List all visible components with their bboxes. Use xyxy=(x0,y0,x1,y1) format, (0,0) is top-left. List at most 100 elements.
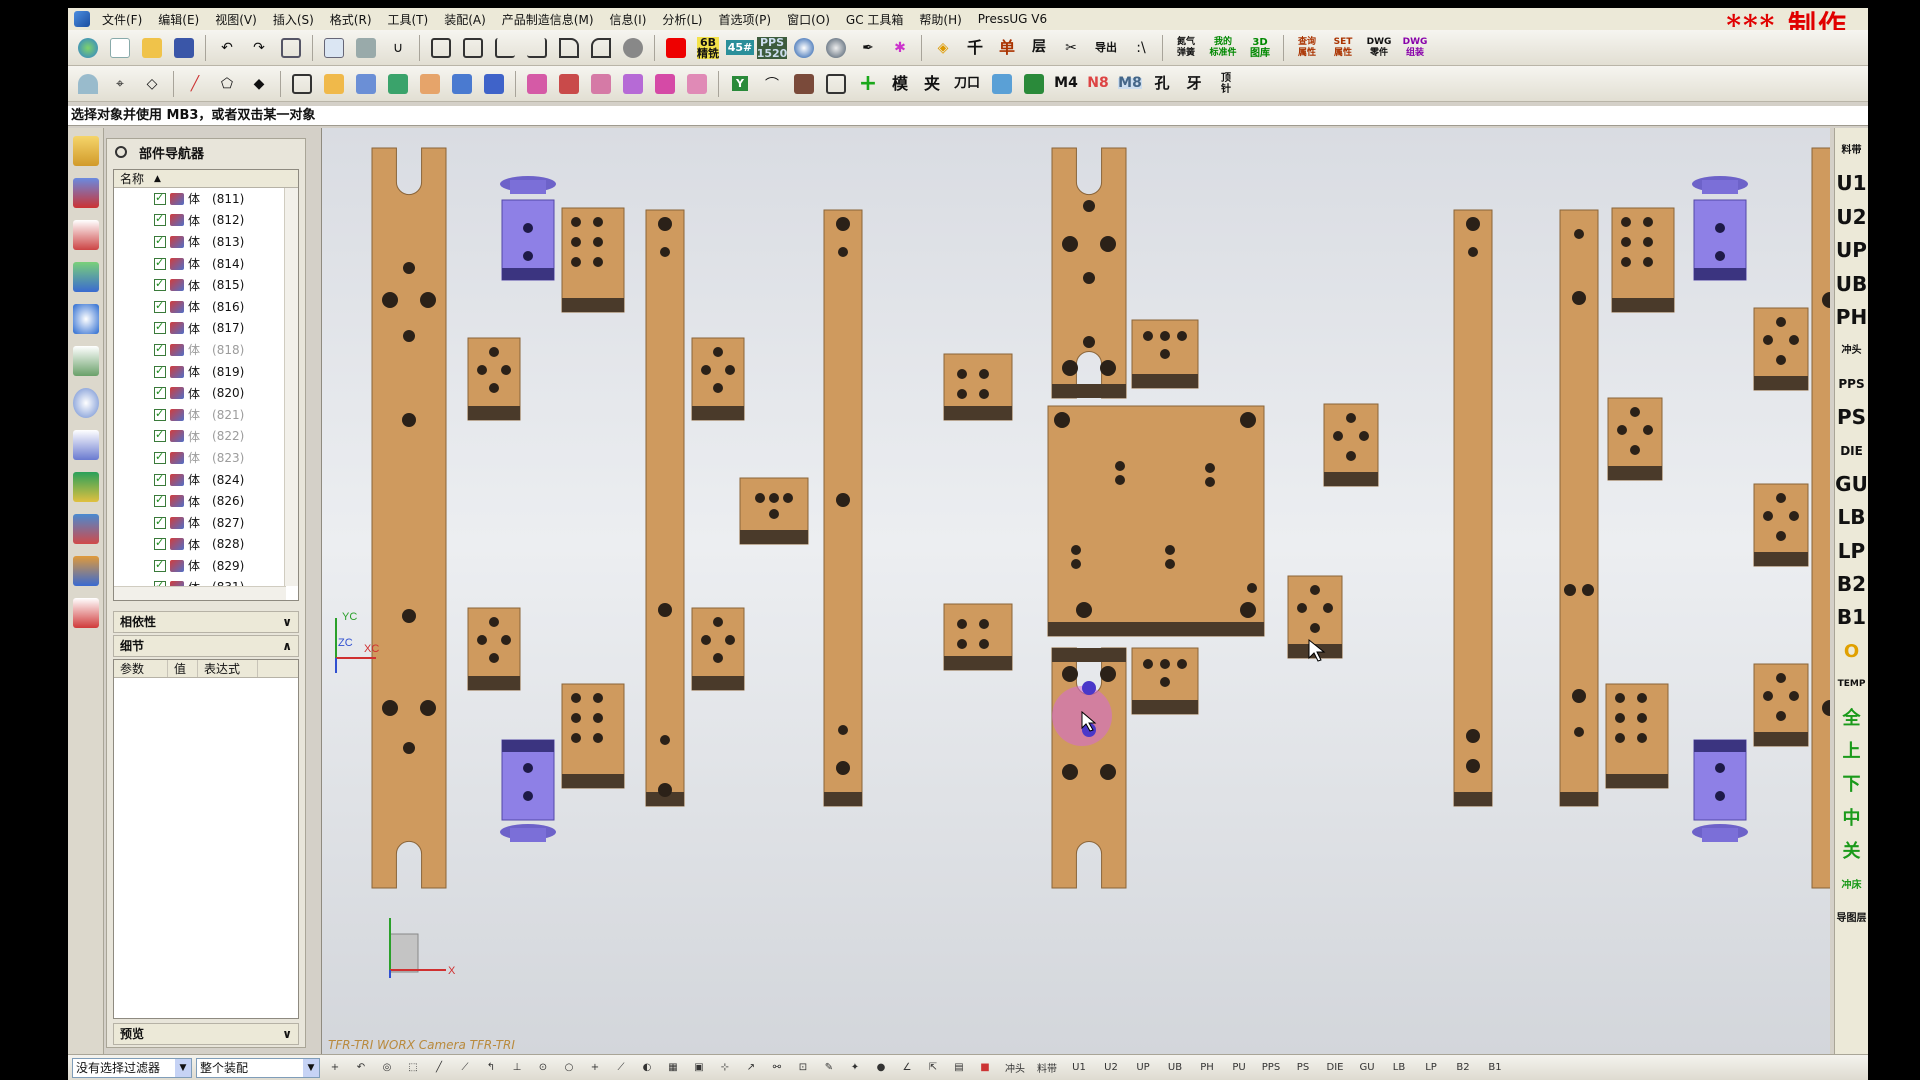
cube2-button[interactable] xyxy=(480,70,508,98)
pattern-button[interactable] xyxy=(352,70,380,98)
snap-red-button[interactable]: ■ xyxy=(974,1058,996,1078)
add-button[interactable]: + xyxy=(854,70,882,98)
undo-select-button[interactable]: ↶ xyxy=(350,1058,372,1078)
right-tool-17[interactable]: 全 xyxy=(1835,702,1869,735)
quick-layer-9[interactable]: PS xyxy=(1288,1058,1318,1078)
part-navigator-icon[interactable] xyxy=(72,220,99,250)
history-icon[interactable] xyxy=(72,346,99,376)
visibility-checkbox[interactable] xyxy=(154,450,166,464)
visibility-checkbox[interactable] xyxy=(154,515,166,529)
dwg-part-button[interactable]: DWG 零件 xyxy=(1363,34,1395,62)
line-button[interactable]: ╱ xyxy=(181,70,209,98)
visibility-checkbox[interactable] xyxy=(154,536,166,551)
orient-button[interactable] xyxy=(822,34,850,62)
right-tool-8[interactable]: PS xyxy=(1835,401,1869,434)
tree-row[interactable]: 体 (827) xyxy=(114,512,298,534)
quick-layer-5[interactable]: UB xyxy=(1160,1058,1190,1078)
magnet-button[interactable]: ⌒ xyxy=(758,70,786,98)
boolean-button[interactable] xyxy=(384,70,412,98)
right-tool-7[interactable]: PPS xyxy=(1835,368,1869,401)
menu-analysis[interactable]: 分析(L) xyxy=(654,11,710,28)
menu-file[interactable]: 文件(F) xyxy=(94,11,150,28)
start-button[interactable] xyxy=(74,34,102,62)
right-tool-2[interactable]: U2 xyxy=(1835,201,1869,234)
quick-layer-11[interactable]: GU xyxy=(1352,1058,1382,1078)
tree-row[interactable]: 体 (829) xyxy=(114,555,298,577)
preview-panel-header[interactable]: 预览 ∨ xyxy=(113,1023,299,1045)
hole-button[interactable]: 孔 xyxy=(1148,70,1176,98)
plate-part[interactable] xyxy=(1453,209,1493,807)
right-tool-14[interactable]: B1 xyxy=(1835,601,1869,634)
nitrogen-spring-part[interactable] xyxy=(500,739,556,842)
curve-button[interactable]: ∪ xyxy=(384,34,412,62)
library-3d-button[interactable]: 3D 图库 xyxy=(1244,34,1276,62)
quick-layer-10[interactable]: DIE xyxy=(1320,1058,1350,1078)
mold-button[interactable]: 模 xyxy=(886,70,914,98)
snap-axis-button[interactable]: ⊹ xyxy=(714,1058,736,1078)
pin-icon[interactable] xyxy=(115,146,127,158)
tree-row[interactable]: 体 (824) xyxy=(114,469,298,491)
block-button[interactable] xyxy=(288,70,316,98)
export-button[interactable]: 导出 xyxy=(1089,34,1123,62)
thread-button[interactable]: 牙 xyxy=(1180,70,1208,98)
nx-app-icon[interactable] xyxy=(74,11,90,27)
right-tool-12[interactable]: LP xyxy=(1835,535,1869,568)
column-header-name[interactable]: 名称 ▲ xyxy=(114,170,298,188)
visibility-checkbox[interactable] xyxy=(154,407,166,421)
view-button[interactable] xyxy=(277,34,305,62)
details-col-expression[interactable]: 表达式 xyxy=(198,660,258,677)
cad-model-view[interactable]: YC XC ZC X xyxy=(322,128,1830,1054)
menu-view[interactable]: 视图(V) xyxy=(207,11,265,28)
tree-row[interactable]: 体 (817) xyxy=(114,318,298,340)
open-button[interactable] xyxy=(138,34,166,62)
constraint-navigator-icon[interactable] xyxy=(72,178,99,208)
right-tool-0[interactable]: 料带 xyxy=(1835,134,1869,167)
snap-button[interactable]: ⌖ xyxy=(106,70,134,98)
snap-quadrant-button[interactable]: ○ xyxy=(558,1058,580,1078)
cube-button[interactable] xyxy=(448,70,476,98)
right-tool-20[interactable]: 中 xyxy=(1835,802,1869,835)
tree-row[interactable]: 体 (811) xyxy=(114,188,298,210)
snap-link-button[interactable]: ⚯ xyxy=(766,1058,788,1078)
visibility-checkbox[interactable] xyxy=(154,299,166,313)
dependency-panel-header[interactable]: 相依性 ∨ xyxy=(113,611,299,633)
menu-insert[interactable]: 插入(S) xyxy=(265,11,322,28)
my-standard-button[interactable]: 我的 标准件 xyxy=(1206,34,1240,62)
redo-button[interactable]: ↷ xyxy=(245,34,273,62)
menu-pressug[interactable]: PressUG V6 xyxy=(970,12,1055,26)
quick-layer-14[interactable]: B2 xyxy=(1448,1058,1478,1078)
tree-row[interactable]: 体 (828) xyxy=(114,534,298,556)
sketch-button-3[interactable] xyxy=(491,34,519,62)
type-filter-select[interactable]: 没有选择过滤器 ▼ xyxy=(72,1057,192,1078)
snap-arrow-button[interactable]: ↗ xyxy=(740,1058,762,1078)
nitrogen-spring-part[interactable] xyxy=(1692,739,1748,842)
menu-information[interactable]: 信息(I) xyxy=(602,11,655,28)
clamp-button[interactable]: 夹 xyxy=(918,70,946,98)
navigator-vertical-scrollbar[interactable] xyxy=(284,188,298,586)
menu-assembly[interactable]: 装配(A) xyxy=(436,11,494,28)
tree-row[interactable]: 体 (821) xyxy=(114,404,298,426)
snap-line-button[interactable]: ╱ xyxy=(428,1058,450,1078)
reuse-library-icon[interactable] xyxy=(72,262,99,292)
surface-button[interactable] xyxy=(619,34,647,62)
navigator-horizontal-scrollbar[interactable] xyxy=(114,586,286,600)
snap-curve-button[interactable]: ↰ xyxy=(480,1058,502,1078)
m4-button[interactable]: M4 xyxy=(1052,70,1080,98)
right-tool-23[interactable]: 导图层 xyxy=(1835,902,1869,935)
quick-layer-6[interactable]: PH xyxy=(1192,1058,1222,1078)
menu-tools[interactable]: 工具(T) xyxy=(380,11,437,28)
snap-edit-button[interactable]: ✎ xyxy=(818,1058,840,1078)
quick-layer-1[interactable]: 料带 xyxy=(1032,1058,1062,1078)
general-select-button[interactable]: + xyxy=(324,1058,346,1078)
snap-bound-button[interactable]: ▣ xyxy=(688,1058,710,1078)
polygon-button[interactable]: ⬠ xyxy=(213,70,241,98)
snap-mid-button[interactable]: ⟋ xyxy=(454,1058,476,1078)
sketch-button-6[interactable] xyxy=(587,34,615,62)
tree-row[interactable]: 体 (823) xyxy=(114,447,298,469)
effects-button[interactable]: ✱ xyxy=(886,34,914,62)
tool-button[interactable]: ◈ xyxy=(929,34,957,62)
snap-star-button[interactable]: ✦ xyxy=(844,1058,866,1078)
shell-button[interactable] xyxy=(416,70,444,98)
nitrogen-spring-part[interactable] xyxy=(1692,176,1748,281)
tree-row[interactable]: 体 (813) xyxy=(114,231,298,253)
